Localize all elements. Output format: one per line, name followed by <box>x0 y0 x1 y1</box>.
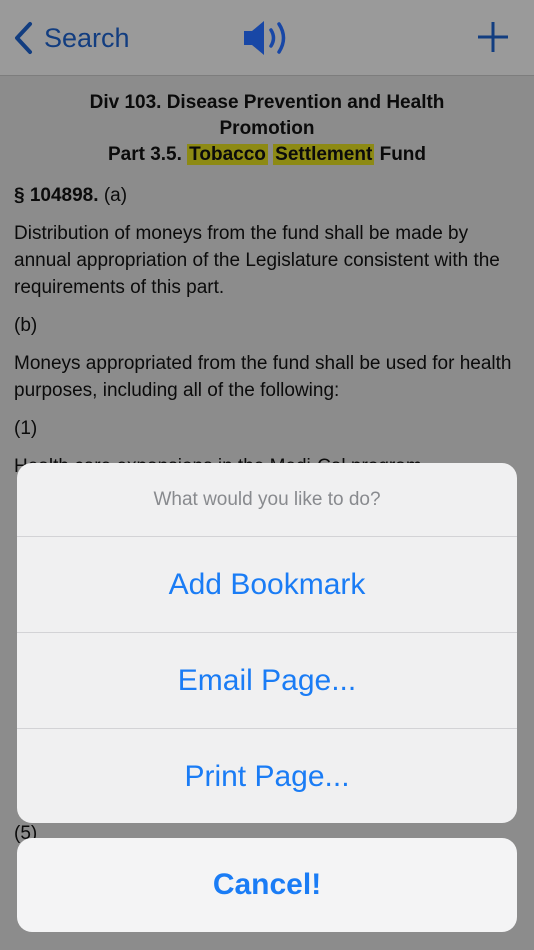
paragraph-a: Distribution of moneys from the fund sha… <box>14 223 500 298</box>
print-page-button[interactable]: Print Page... <box>17 729 517 823</box>
section-number: § 104898. <box>14 185 99 206</box>
part-suffix: Fund <box>379 144 427 165</box>
cancel-button[interactable]: Cancel! <box>17 838 517 932</box>
email-page-button[interactable]: Email Page... <box>17 633 517 729</box>
item-label-1: (1) <box>14 418 38 439</box>
subdivision-label-b: (b) <box>14 315 38 336</box>
back-button[interactable]: Search <box>10 18 130 58</box>
highlighted-word: Tobacco <box>187 144 268 165</box>
section-subdivision: (a) <box>103 185 128 206</box>
division-heading: Div 103. Disease Prevention and Health P… <box>89 92 445 139</box>
highlighted-word: Settlement <box>273 144 375 165</box>
paragraph-b: Moneys appropriated from the fund shall … <box>14 353 512 401</box>
action-sheet: What would you like to do? Add Bookmark … <box>17 463 517 823</box>
chevron-left-icon <box>15 22 32 54</box>
back-button-label: Search <box>44 22 130 53</box>
speaker-icon[interactable] <box>240 16 294 60</box>
add-icon[interactable] <box>474 18 512 56</box>
action-sheet-title: What would you like to do? <box>17 463 517 537</box>
add-bookmark-button[interactable]: Add Bookmark <box>17 537 517 633</box>
part-heading: Part 3.5. Tobacco Settlement Fund <box>0 142 534 168</box>
navigation-bar: Search <box>0 0 534 76</box>
section-heading: § 104898. (a) <box>14 182 520 209</box>
part-prefix: Part 3.5. <box>107 144 182 165</box>
